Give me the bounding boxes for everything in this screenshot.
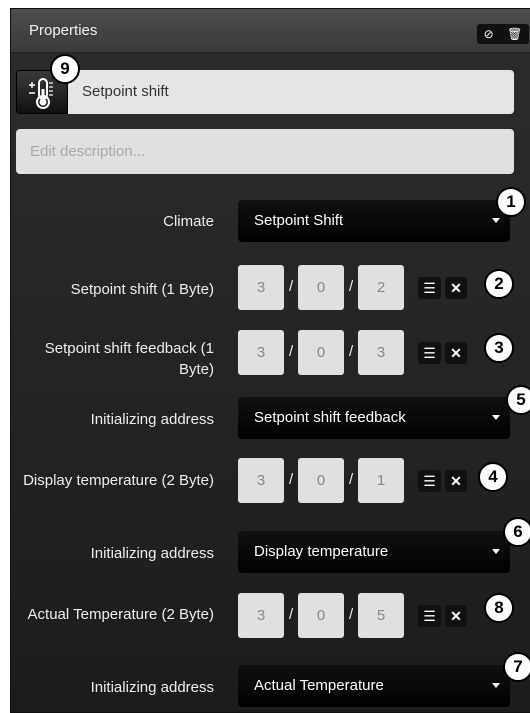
setpoint-shift-label: Setpoint shift (1 Byte) <box>70 281 214 298</box>
device-header: Setpoint shift <box>16 70 514 114</box>
init-address-2-select[interactable]: Display temperature <box>238 531 510 573</box>
address-separator: / <box>289 606 294 623</box>
display-temperature-address: 3 / 0 / 1 ☰ ✕ <box>238 458 518 503</box>
init-address-3-value: Actual Temperature <box>254 677 384 694</box>
actual-temperature-label: Actual Temperature (2 Byte) <box>27 606 214 623</box>
address-separator: / <box>289 278 294 295</box>
address-middle-input[interactable]: 0 <box>298 265 344 310</box>
trash-icon[interactable]: 🗑 <box>507 28 522 40</box>
chevron-down-icon <box>492 549 500 554</box>
callout-badge-9: 9 <box>50 54 80 84</box>
address-sub-input[interactable]: 1 <box>358 458 404 503</box>
address-separator: / <box>349 606 354 623</box>
device-name-field[interactable]: Setpoint shift <box>68 70 514 114</box>
close-icon[interactable]: ✕ <box>445 605 467 627</box>
setpoint-feedback-label: Setpoint shift feedback (1 Byte) <box>44 340 214 378</box>
callout-badge-8: 8 <box>484 593 514 623</box>
setpoint-feedback-address: 3 / 0 / 3 ☰ ✕ <box>238 330 518 375</box>
climate-select-value: Setpoint Shift <box>254 212 344 229</box>
address-sub-input[interactable]: 5 <box>358 593 404 638</box>
init-address-1-value: Setpoint shift feedback <box>254 409 406 426</box>
callout-badge-3: 3 <box>484 333 514 363</box>
address-middle-input[interactable]: 0 <box>298 458 344 503</box>
header-actions: ⊘ 🗑 <box>477 24 529 44</box>
init-address-3-select[interactable]: Actual Temperature <box>238 665 510 707</box>
climate-select[interactable]: Setpoint Shift <box>238 200 510 242</box>
chevron-down-icon <box>492 415 500 420</box>
init-address-1-label: Initializing address <box>90 411 214 428</box>
address-separator: / <box>349 278 354 295</box>
callout-badge-6: 6 <box>503 517 530 547</box>
init-address-1-select[interactable]: Setpoint shift feedback <box>238 397 510 439</box>
address-separator: / <box>289 471 294 488</box>
callout-badge-7: 7 <box>503 652 530 682</box>
address-separator: / <box>349 343 354 360</box>
callout-badge-2: 2 <box>484 269 514 299</box>
panel-title: Properties <box>29 22 98 39</box>
list-icon[interactable]: ☰ <box>418 605 441 627</box>
address-main-input[interactable]: 3 <box>238 593 284 638</box>
list-icon[interactable]: ☰ <box>418 342 441 364</box>
address-main-input[interactable]: 3 <box>238 458 284 503</box>
address-middle-input[interactable]: 0 <box>298 593 344 638</box>
init-address-2-label: Initializing address <box>90 545 214 562</box>
setpoint-shift-address: 3 / 0 / 2 ☰ ✕ <box>238 265 518 310</box>
address-separator: / <box>289 343 294 360</box>
display-temperature-label: Display temperature (2 Byte) <box>23 472 214 489</box>
chevron-down-icon <box>492 683 500 688</box>
close-icon[interactable]: ✕ <box>445 277 467 299</box>
init-address-2-value: Display temperature <box>254 543 389 560</box>
address-sub-input[interactable]: 2 <box>358 265 404 310</box>
callout-badge-1: 1 <box>496 187 526 217</box>
close-icon[interactable]: ✕ <box>445 342 467 364</box>
init-address-3-label: Initializing address <box>90 679 214 696</box>
list-icon[interactable]: ☰ <box>418 277 441 299</box>
close-icon[interactable]: ✕ <box>445 470 467 492</box>
actual-temperature-address: 3 / 0 / 5 ☰ ✕ <box>238 593 518 638</box>
address-middle-input[interactable]: 0 <box>298 330 344 375</box>
address-main-input[interactable]: 3 <box>238 330 284 375</box>
list-icon[interactable]: ☰ <box>418 470 441 492</box>
panel-header: Properties ⊘ 🗑 <box>11 9 530 53</box>
address-main-input[interactable]: 3 <box>238 265 284 310</box>
address-separator: / <box>349 471 354 488</box>
address-sub-input[interactable]: 3 <box>358 330 404 375</box>
callout-badge-5: 5 <box>506 385 530 415</box>
description-input[interactable] <box>16 129 514 174</box>
check-circle-icon[interactable]: ⊘ <box>484 28 494 40</box>
chevron-down-icon <box>492 218 500 223</box>
climate-label: Climate <box>163 213 214 230</box>
callout-badge-4: 4 <box>478 462 508 492</box>
